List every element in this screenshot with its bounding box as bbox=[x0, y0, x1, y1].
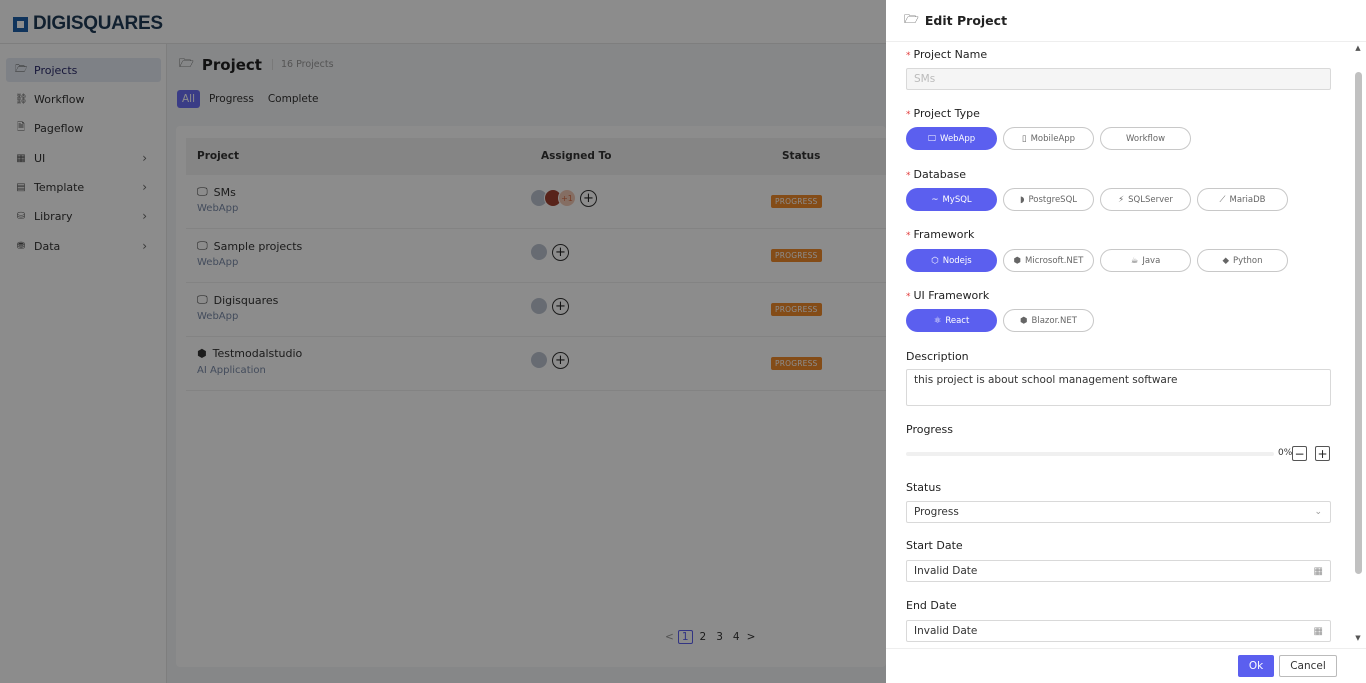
framework-label: * Framework bbox=[906, 228, 975, 241]
option-dotnet[interactable]: ⬢ Microsoft.NET bbox=[1003, 249, 1094, 272]
progress-decrement-button[interactable]: − bbox=[1292, 446, 1307, 461]
option-mobileapp[interactable]: ▯ MobileApp bbox=[1003, 127, 1094, 150]
progress-label: Progress bbox=[906, 423, 953, 436]
ui-framework-label: * UI Framework bbox=[906, 289, 990, 302]
option-mariadb[interactable]: ⟋ MariaDB bbox=[1197, 188, 1288, 211]
postgresql-icon: ◗ bbox=[1019, 194, 1025, 205]
option-react[interactable]: ⚛ React bbox=[906, 309, 997, 332]
status-label: Status bbox=[906, 481, 942, 494]
scroll-down-arrow[interactable]: ▼ bbox=[1353, 634, 1363, 642]
status-select-value: Progress bbox=[914, 506, 959, 518]
java-icon: ☕ bbox=[1130, 255, 1139, 266]
calendar-icon[interactable]: ▦ bbox=[1314, 566, 1323, 577]
database-label: * Database bbox=[906, 168, 966, 181]
option-sqlserver[interactable]: ⚡ SQLServer bbox=[1100, 188, 1191, 211]
start-date-picker[interactable]: Invalid Date ▦ bbox=[906, 560, 1331, 582]
end-date-label: End Date bbox=[906, 599, 957, 612]
blazor-icon: ⬢ bbox=[1020, 315, 1028, 326]
calendar-icon[interactable]: ▦ bbox=[1314, 626, 1323, 637]
drawer-footer: Ok Cancel bbox=[886, 648, 1366, 683]
mariadb-icon: ⟋ bbox=[1219, 194, 1226, 205]
modal-overlay[interactable] bbox=[0, 0, 886, 683]
description-label: Description bbox=[906, 350, 969, 363]
option-postgresql[interactable]: ◗ PostgreSQL bbox=[1003, 188, 1094, 211]
option-blazor[interactable]: ⬢ Blazor.NET bbox=[1003, 309, 1094, 332]
cancel-button[interactable]: Cancel bbox=[1279, 655, 1337, 677]
scroll-up-arrow[interactable]: ▲ bbox=[1353, 44, 1363, 52]
required-marker: * bbox=[906, 51, 911, 61]
progress-increment-button[interactable]: + bbox=[1315, 446, 1330, 461]
scroll-thumb[interactable] bbox=[1355, 72, 1362, 574]
ui-framework-options: ⚛ React ⬢ Blazor.NET bbox=[906, 309, 1094, 332]
required-marker: * bbox=[906, 231, 911, 241]
monitor-icon: 🖵 bbox=[927, 133, 937, 144]
edit-project-drawer: 🗁 Edit Project * Project Name SMs * Projec… bbox=[886, 0, 1366, 683]
mysql-icon: ~ bbox=[931, 194, 939, 205]
progress-slider[interactable] bbox=[906, 452, 1274, 456]
drawer-scrollbar[interactable]: ▲ ▼ bbox=[1353, 44, 1363, 648]
project-name-label: * Project Name bbox=[906, 48, 988, 61]
progress-value: 0% bbox=[1278, 448, 1293, 458]
required-marker: * bbox=[906, 292, 911, 302]
end-date-value: Invalid Date bbox=[914, 625, 978, 637]
option-java[interactable]: ☕ Java bbox=[1100, 249, 1191, 272]
option-mysql[interactable]: ~ MySQL bbox=[906, 188, 997, 211]
ok-button[interactable]: Ok bbox=[1238, 655, 1274, 677]
mobile-icon: ▯ bbox=[1021, 133, 1027, 144]
start-date-label: Start Date bbox=[906, 539, 963, 552]
project-type-options: 🖵 WebApp ▯ MobileApp Workflow bbox=[906, 127, 1191, 150]
option-workflow[interactable]: Workflow bbox=[1100, 127, 1191, 150]
python-icon: ◆ bbox=[1222, 255, 1230, 266]
nodejs-icon: ⬡ bbox=[931, 255, 939, 266]
start-date-value: Invalid Date bbox=[914, 565, 978, 577]
option-webapp[interactable]: 🖵 WebApp bbox=[906, 127, 997, 150]
option-nodejs[interactable]: ⬡ Nodejs bbox=[906, 249, 997, 272]
folder-open-icon: 🗁 bbox=[904, 12, 919, 26]
chevron-down-icon: ⌄ bbox=[1314, 507, 1322, 517]
required-marker: * bbox=[906, 171, 911, 181]
status-select[interactable]: Progress ⌄ bbox=[906, 501, 1331, 523]
project-type-label: * Project Type bbox=[906, 107, 980, 120]
end-date-picker[interactable]: Invalid Date ▦ bbox=[906, 620, 1331, 642]
drawer-header: 🗁 Edit Project bbox=[886, 0, 1366, 42]
description-textarea[interactable]: this project is about school management … bbox=[906, 369, 1331, 406]
project-name-input[interactable]: SMs bbox=[906, 68, 1331, 90]
database-options: ~ MySQL ◗ PostgreSQL ⚡ SQLServer ⟋ MariaDB bbox=[906, 188, 1288, 211]
framework-options: ⬡ Nodejs ⬢ Microsoft.NET ☕ Java ◆ Python bbox=[906, 249, 1288, 272]
option-python[interactable]: ◆ Python bbox=[1197, 249, 1288, 272]
sqlserver-icon: ⚡ bbox=[1118, 194, 1125, 205]
react-icon: ⚛ bbox=[933, 315, 942, 326]
required-marker: * bbox=[906, 110, 911, 120]
dotnet-icon: ⬢ bbox=[1013, 255, 1022, 266]
drawer-title: Edit Project bbox=[924, 13, 1008, 28]
